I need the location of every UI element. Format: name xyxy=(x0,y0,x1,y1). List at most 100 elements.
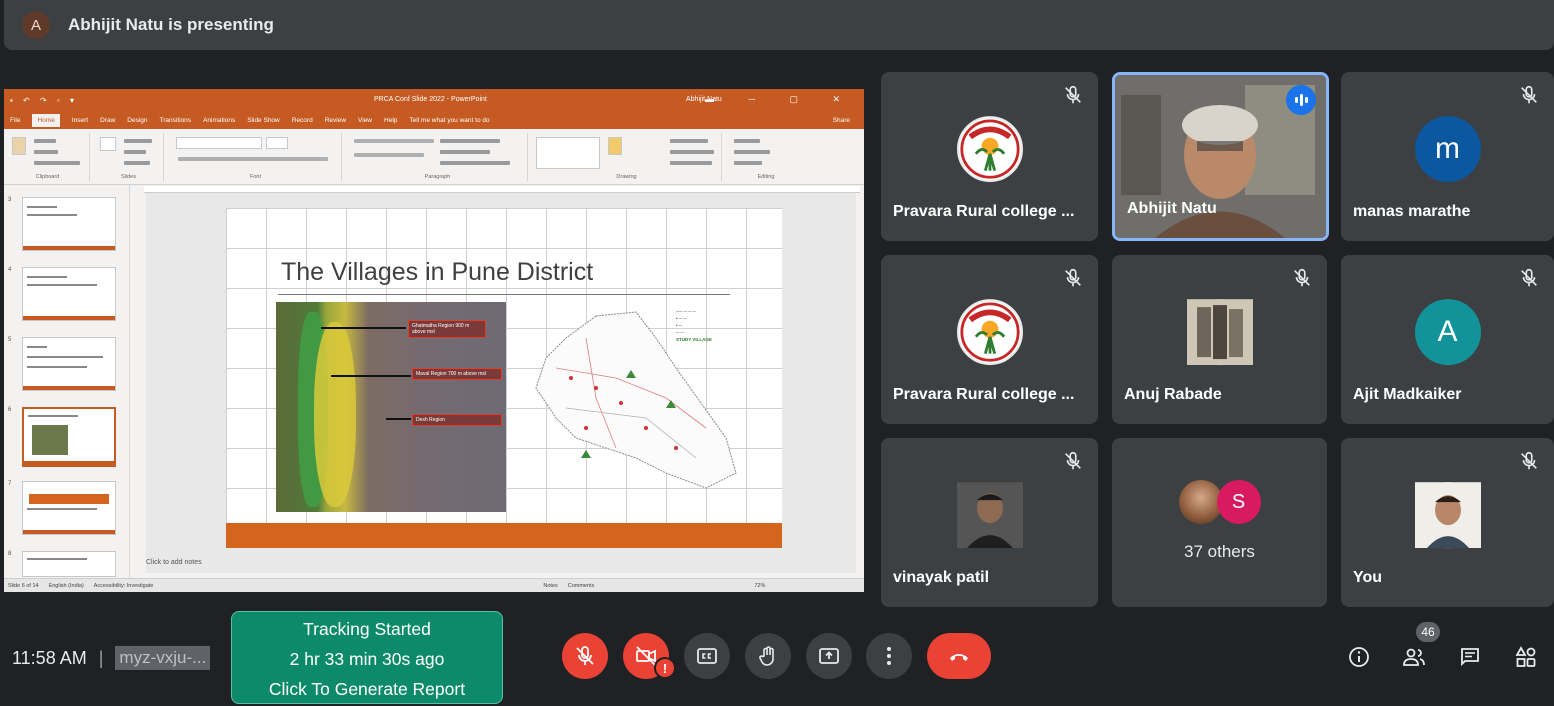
reset-label xyxy=(124,150,146,154)
ribbon-tabs: File Home Insert Draw Design Transitions… xyxy=(4,111,864,129)
mic-off-icon xyxy=(1294,268,1310,287)
mic-off-icon xyxy=(1521,451,1537,470)
tell-me-search: Tell me what you want to do xyxy=(409,116,490,124)
profile-photo-image xyxy=(956,481,1023,548)
thumb-footer-bar xyxy=(24,461,114,465)
thumb-text-line xyxy=(27,508,97,510)
paste-icon xyxy=(12,137,26,155)
section-label xyxy=(124,161,150,165)
ribbon-group-slides: Slides xyxy=(94,133,164,181)
slide-number: 8 xyxy=(8,551,12,557)
tracking-report-button[interactable]: Tracking Started 2 hr 33 min 30s ago Cli… xyxy=(231,611,503,704)
font-size-box xyxy=(266,137,288,149)
status-zoom: 72% xyxy=(754,582,766,589)
raise-hand-button[interactable] xyxy=(745,633,791,679)
letter-avatar: A xyxy=(1414,298,1481,365)
college-logo-image xyxy=(959,301,1020,362)
participant-name: manas marathe xyxy=(1353,203,1471,220)
new-slide-icon xyxy=(100,137,116,151)
profile-photo-avatar xyxy=(956,481,1023,548)
slide-thumbnail-selected xyxy=(22,407,116,467)
participant-tile-others[interactable]: S 37 others xyxy=(1112,438,1327,607)
participant-name: Ajit Madkaiker xyxy=(1353,386,1462,403)
thumb-text-line xyxy=(27,284,97,286)
participant-tile[interactable]: Pravara Rural college ... xyxy=(881,255,1098,424)
text-direction-label xyxy=(440,139,500,143)
quick-access-icons: ▪ ↶ ↷ ▫ ▾ xyxy=(10,95,78,105)
present-screen-button[interactable] xyxy=(806,633,852,679)
maval-region-shading xyxy=(314,322,356,507)
participant-tile[interactable]: vinayak patil xyxy=(881,438,1098,607)
ppt-window-title: PRCA Conf Slide 2022 - PowerPoint xyxy=(374,96,487,103)
thumb-map-image xyxy=(32,425,68,455)
copy-label xyxy=(34,150,58,154)
slide-number: 7 xyxy=(8,481,12,487)
participant-tile[interactable]: m manas marathe xyxy=(1341,72,1554,241)
ribbon-group-label: Paragraph xyxy=(424,174,451,180)
ribbon-tab: Design xyxy=(127,116,148,124)
participant-tile[interactable]: A Ajit Madkaiker xyxy=(1341,255,1554,424)
mic-off-icon xyxy=(576,646,594,665)
shape-outline-label xyxy=(670,150,714,154)
speaking-bar xyxy=(1294,97,1298,103)
meeting-details-button[interactable] xyxy=(1345,643,1373,671)
ribbon-tab: Review xyxy=(324,116,347,124)
captions-button[interactable] xyxy=(684,633,730,679)
ppt-status-bar: Slide 6 of 14 English (India) Accessibil… xyxy=(4,578,864,592)
legend-swatch: • ─ ─ xyxy=(676,316,687,321)
slide-number: 6 xyxy=(8,407,12,413)
leave-call-button[interactable] xyxy=(927,633,991,679)
mic-off-icon xyxy=(1065,268,1081,287)
people-button[interactable] xyxy=(1400,643,1428,671)
thumb-footer-bar xyxy=(23,316,115,320)
shapes-gallery xyxy=(536,137,600,169)
more-options-button[interactable] xyxy=(866,633,912,679)
participant-tile[interactable]: Pravara Rural college ... xyxy=(881,72,1098,241)
chat-icon xyxy=(1461,648,1479,667)
thumb-table-header xyxy=(29,494,109,504)
ppt-share-button: Share xyxy=(832,116,850,124)
speaking-bar xyxy=(1304,97,1308,103)
presenter-avatar: A xyxy=(22,11,50,39)
map-legend: ── ─ ─ ─ • ─ ─ • ─ ─ ─ STUDY VILLAGE xyxy=(676,308,712,343)
ribbon-tab: View xyxy=(358,116,373,124)
slide-footer-bar xyxy=(226,523,782,548)
ribbon-group-label: Slides xyxy=(121,174,136,180)
ribbon-tab: Record xyxy=(291,116,313,124)
ribbon-group-clipboard: Clipboard xyxy=(6,133,90,181)
ribbon-group-label: Font xyxy=(249,174,261,180)
thumb-text-line xyxy=(27,356,103,358)
presenter-banner-text: Abhijit Natu is presenting xyxy=(68,15,274,34)
participant-name: Anuj Rabade xyxy=(1124,386,1222,403)
thumb-footer-bar xyxy=(23,246,115,250)
shared-screen[interactable]: ▪ ↶ ↷ ▫ ▾ PRCA Conf Slide 2022 - PowerPo… xyxy=(4,89,864,592)
participant-name: vinayak patil xyxy=(893,569,990,586)
legend-swatch: ── ─ ─ ─ xyxy=(676,309,696,314)
profile-photo-image xyxy=(1414,481,1481,548)
status-slide-count: Slide 6 of 14 xyxy=(8,582,39,589)
callout-maval: Maval Region 700 m above msl xyxy=(412,368,502,380)
horizontal-ruler xyxy=(144,186,860,193)
legend-swatch: ─ ─ xyxy=(676,330,684,335)
slide-thumbnail xyxy=(22,481,116,535)
replace-label xyxy=(734,150,770,154)
meeting-info: 11:58 AM | myz-vxju-... xyxy=(12,646,211,670)
thumb-text-line xyxy=(28,415,78,417)
participant-tile[interactable]: Anuj Rabade xyxy=(1112,255,1327,424)
chat-button[interactable] xyxy=(1456,643,1484,671)
mic-off-icon xyxy=(1521,268,1537,287)
thumb-text-line xyxy=(27,214,77,216)
format-painter-label xyxy=(34,161,80,165)
participant-tile-self[interactable]: You xyxy=(1341,438,1554,607)
status-notes: Notes xyxy=(543,582,558,589)
status-language: English (India) xyxy=(48,582,84,589)
profile-photo-avatar xyxy=(1414,481,1481,548)
mic-toggle-button[interactable] xyxy=(562,633,608,679)
callout-desh: Desh Region xyxy=(412,414,502,426)
ribbon-group-label: Editing xyxy=(757,174,775,180)
cut-label xyxy=(34,139,56,143)
participant-tile-active-speaker[interactable]: Abhijit Natu xyxy=(1112,72,1329,241)
ribbon-tab: Help xyxy=(384,116,398,124)
activities-button[interactable] xyxy=(1512,643,1540,671)
window-controls: ▬ ─ ▢ ✕ xyxy=(705,94,856,104)
